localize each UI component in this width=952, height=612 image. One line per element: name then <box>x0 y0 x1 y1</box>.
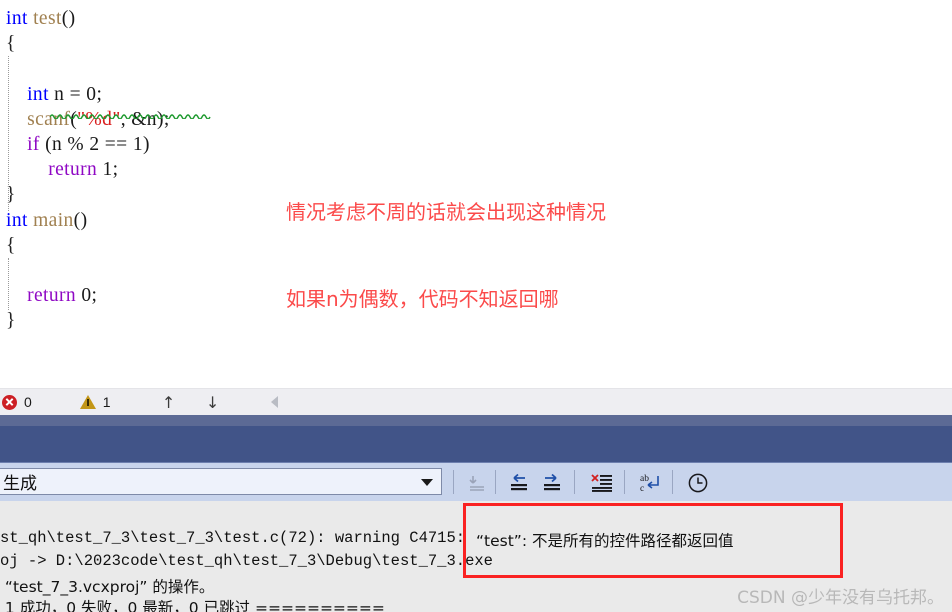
code-token: ; <box>91 285 98 307</box>
code-line: } <box>6 308 170 333</box>
error-squiggle <box>50 113 212 119</box>
code-line: if (n % 2 == 1) <box>6 132 170 157</box>
error-list-strip[interactable]: 0 1 ↑ ↓ <box>0 388 952 415</box>
previous-message-arrow-icon[interactable]: ↑ <box>155 393 183 412</box>
csdn-watermark: CSDN @少年没有乌托邦。 <box>737 588 944 608</box>
code-token: return <box>48 159 98 181</box>
warning-count: 1 <box>102 394 111 410</box>
code-line: } <box>6 182 170 207</box>
code-line: { <box>6 233 170 258</box>
code-token: int <box>27 83 49 105</box>
toolbar-separator <box>495 470 496 494</box>
vs-ide-window: int test(){ int n = 0; scanf("%d", &n); … <box>0 0 952 612</box>
code-token: main <box>33 209 74 231</box>
code-line: int n = 0; <box>6 82 170 107</box>
code-token: { <box>6 33 16 55</box>
code-token: == <box>99 133 133 155</box>
code-token: "%d" <box>77 108 121 130</box>
code-token: (n % <box>39 133 90 155</box>
annotation-line-1: 情况考虑不周的话就会出现这种情况 <box>286 200 606 224</box>
code-token: , &n); <box>120 108 170 130</box>
next-message-arrow-icon[interactable]: ↓ <box>199 393 227 412</box>
warning-icon <box>79 395 96 409</box>
show-timestamps-button[interactable] <box>683 469 713 496</box>
code-token: 2 <box>89 133 100 155</box>
code-token: ; <box>96 83 103 105</box>
indent-guide <box>8 258 9 310</box>
code-token: return <box>27 285 77 307</box>
code-line: scanf("%d", &n); <box>6 107 170 132</box>
output-line: “test_7_3.vcxproj” 的操作。 <box>0 578 215 596</box>
indent-guide <box>8 56 9 211</box>
code-token: scanf <box>27 108 71 130</box>
code-token: if <box>27 133 40 155</box>
source-code[interactable]: int test(){ int n = 0; scanf("%d", &n); … <box>6 6 170 333</box>
code-token: ; <box>112 159 119 181</box>
code-token: 1 <box>102 159 113 181</box>
toolbar-separator <box>453 470 454 494</box>
code-line: return 1; <box>6 157 170 182</box>
svg-text:ab: ab <box>640 474 649 484</box>
goto-message-source-button[interactable] <box>462 469 492 496</box>
output-line: 1 成功，0 失败，0 最新，0 已跳过 ========== <box>0 599 385 612</box>
find-previous-message-button[interactable] <box>504 469 534 496</box>
output-source-combobox[interactable]: 生成 <box>0 468 442 495</box>
code-token: int <box>6 209 28 231</box>
code-token: () <box>73 209 88 231</box>
clear-output-button[interactable] <box>587 469 617 496</box>
code-token: n = <box>48 83 87 105</box>
code-line: int main() <box>6 208 170 233</box>
output-line: st_qh\test_7_3\test_7_3\test.c(72): warn… <box>0 529 475 547</box>
panel-band-dark <box>0 426 952 462</box>
toggle-word-wrap-button[interactable]: ab c <box>636 469 666 496</box>
toolbar-separator <box>574 470 575 494</box>
code-token: test <box>33 8 62 29</box>
code-line: return 0; <box>6 283 170 308</box>
code-token: } <box>6 310 16 332</box>
output-source-label: 生成 <box>3 474 37 494</box>
code-line: { <box>6 31 170 56</box>
code-token: 0 <box>86 83 97 105</box>
output-line: oj -> D:\2023code\test_qh\test_7_3\Debug… <box>0 552 493 570</box>
code-token: ) <box>143 133 150 155</box>
collapse-left-chevron-icon[interactable] <box>270 396 278 408</box>
code-token: () <box>61 8 76 29</box>
error-count: 0 <box>24 394 32 410</box>
error-icon <box>2 394 17 410</box>
toolbar-separator <box>672 470 673 494</box>
code-line: int test() <box>6 6 170 31</box>
warning-count-group[interactable]: 1 <box>76 389 111 415</box>
svg-text:c: c <box>640 484 644 494</box>
code-token: { <box>6 234 16 256</box>
red-annotation: 情况考虑不周的话就会出现这种情况 如果n为偶数，代码不知返回哪 <box>286 140 606 372</box>
find-next-message-button[interactable] <box>537 469 567 496</box>
highlighted-warning-text: “test”: 不是所有的控件路径都返回值 <box>476 532 734 550</box>
chevron-down-icon[interactable] <box>421 479 433 486</box>
code-token: 0 <box>81 285 92 307</box>
panel-band-light <box>0 415 952 426</box>
code-token: int <box>6 8 28 29</box>
code-token: 1 <box>132 133 144 155</box>
annotation-line-2: 如果n为偶数，代码不知返回哪 <box>286 287 559 311</box>
error-count-group[interactable]: 0 <box>0 389 32 415</box>
toolbar-separator <box>624 470 625 494</box>
output-toolbar[interactable]: 生成 ab c <box>0 462 952 501</box>
